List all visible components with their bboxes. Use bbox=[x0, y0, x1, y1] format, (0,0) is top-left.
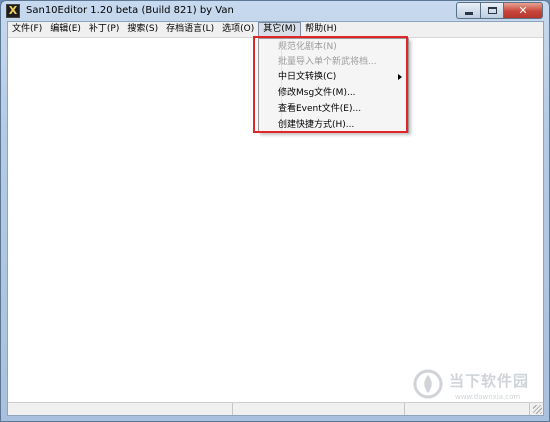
menu-item-create-shortcut[interactable]: 创建快捷方式(H)... bbox=[259, 118, 408, 133]
other-menu-dropdown: 规范化剧本(N) 批量导入单个新武将档... 中日文转换(C) 修改Msg文件(… bbox=[258, 38, 409, 133]
maximize-icon bbox=[487, 7, 497, 14]
watermark-url: www.downxia.com bbox=[455, 393, 521, 401]
menu-patch[interactable]: 补丁(P) bbox=[85, 22, 123, 37]
window-controls: ✕ bbox=[456, 2, 543, 19]
menu-bar: 文件(F) 编辑(E) 补丁(P) 搜索(S) 存档语言(L) 选项(O) 其它… bbox=[8, 22, 543, 38]
status-pane-2 bbox=[233, 403, 405, 415]
menu-item-batch-import-general: 批量导入单个新武将档... bbox=[278, 57, 377, 67]
close-button[interactable]: ✕ bbox=[503, 2, 543, 19]
watermark-logo-icon bbox=[413, 369, 443, 399]
menu-save-language[interactable]: 存档语言(L) bbox=[162, 22, 218, 37]
submenu-arrow-icon bbox=[398, 74, 402, 80]
close-icon: ✕ bbox=[518, 4, 528, 17]
menu-item-edit-msg-file[interactable]: 修改Msg文件(M)... bbox=[259, 86, 408, 101]
window-title: San10Editor 1.20 beta (Build 821) by Van bbox=[26, 5, 234, 16]
app-window: X San10Editor 1.20 beta (Build 821) by V… bbox=[0, 0, 550, 422]
status-pane-1 bbox=[8, 403, 233, 415]
menu-file[interactable]: 文件(F) bbox=[8, 22, 46, 37]
watermark: 当下软件园 www.downxia.com bbox=[413, 367, 543, 407]
maximize-button[interactable] bbox=[480, 2, 503, 19]
menu-options[interactable]: 选项(O) bbox=[218, 22, 258, 37]
menu-item-view-event-file[interactable]: 查看Event文件(E)... bbox=[259, 102, 408, 117]
title-bar[interactable]: X San10Editor 1.20 beta (Build 821) by V… bbox=[1, 1, 549, 21]
menu-help[interactable]: 帮助(H) bbox=[301, 22, 341, 37]
menu-search[interactable]: 搜索(S) bbox=[123, 22, 162, 37]
minimize-button[interactable] bbox=[456, 2, 480, 19]
menu-item-cn-jp-convert[interactable]: 中日文转换(C) bbox=[259, 70, 408, 85]
app-icon[interactable]: X bbox=[6, 4, 20, 18]
menu-item-cn-jp-convert-label: 中日文转换(C) bbox=[278, 72, 337, 82]
menu-edit[interactable]: 编辑(E) bbox=[46, 22, 85, 37]
menu-item-normalize-script: 规范化剧本(N) bbox=[278, 42, 337, 52]
watermark-title: 当下软件园 bbox=[449, 372, 530, 390]
menu-other[interactable]: 其它(M) bbox=[258, 22, 302, 37]
minimize-icon bbox=[464, 12, 473, 15]
